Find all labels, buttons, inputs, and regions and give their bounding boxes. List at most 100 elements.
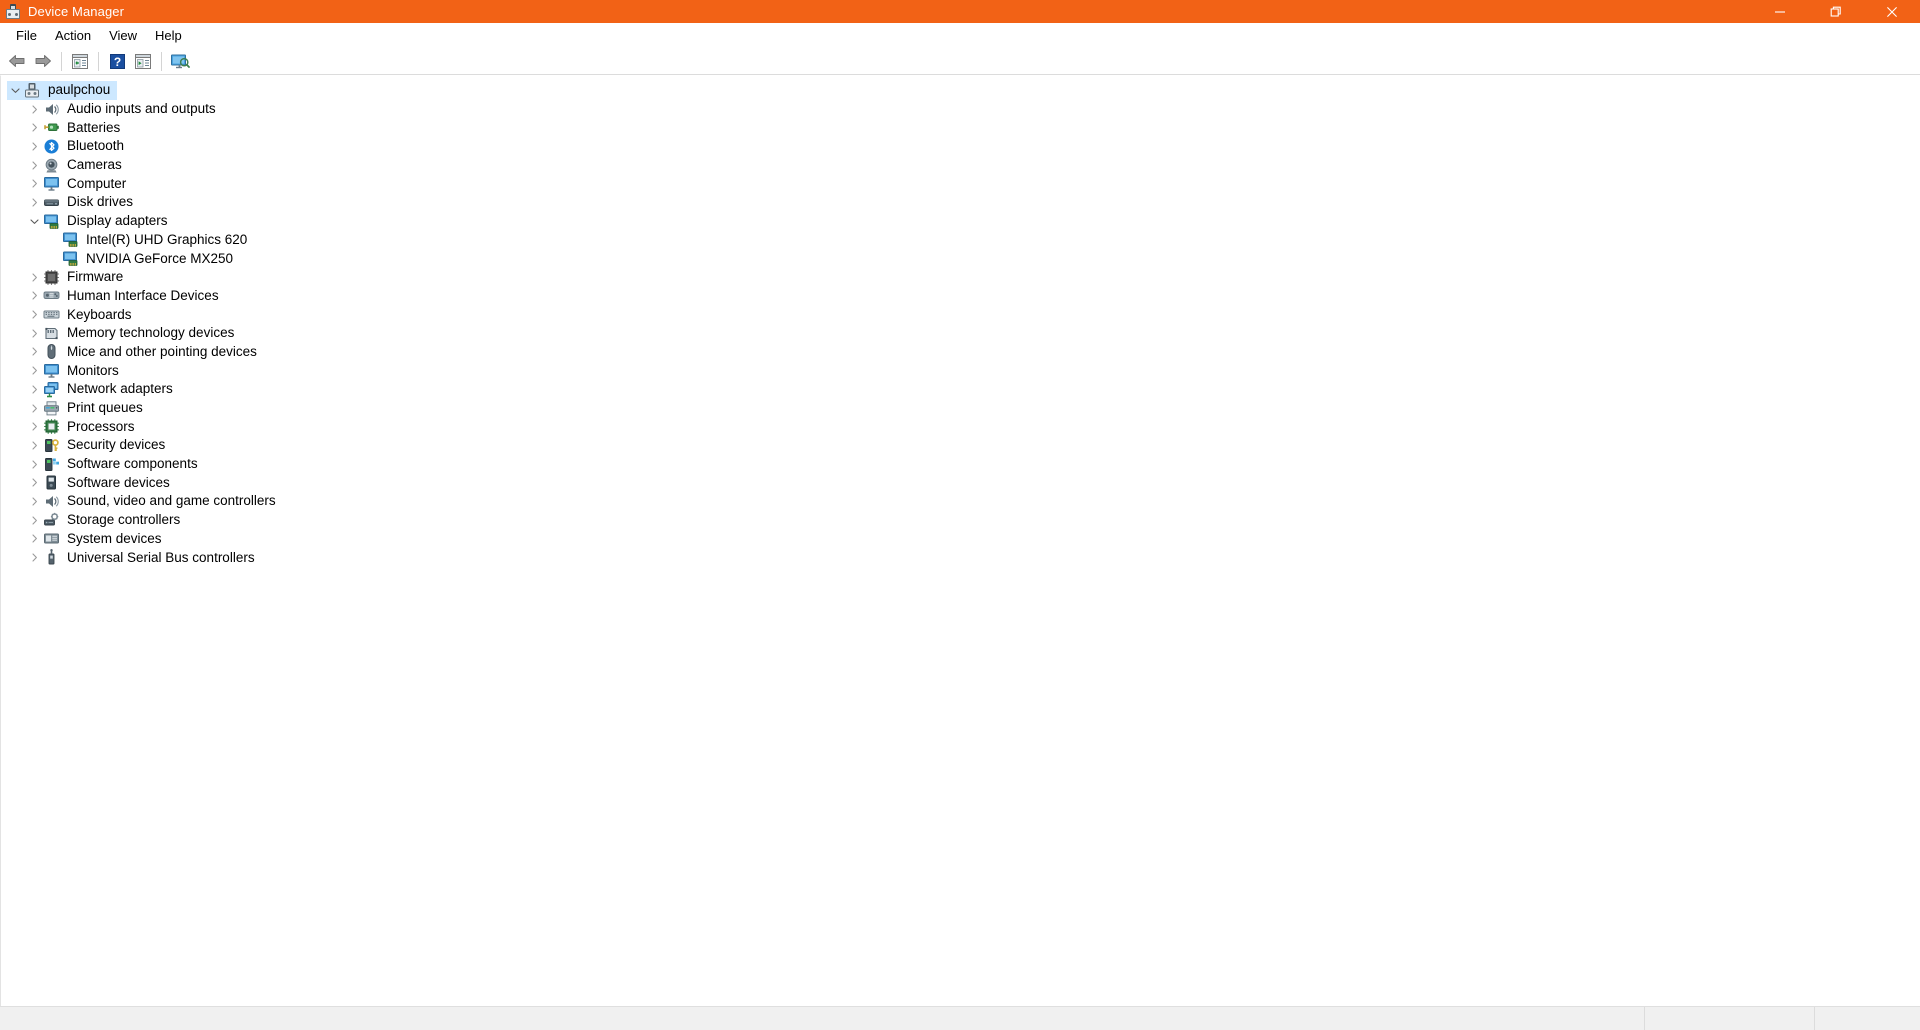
menu-file[interactable]: File — [7, 24, 46, 47]
chevron-right-icon[interactable] — [26, 474, 43, 492]
menu-view[interactable]: View — [100, 24, 146, 47]
tree-node-label: Network adapters — [67, 381, 173, 397]
chevron-right-icon[interactable] — [26, 193, 43, 211]
tree-node-content: Memory technology devices — [26, 324, 241, 343]
system-device-icon — [43, 530, 60, 547]
tree-node[interactable]: Security devices — [1, 436, 1920, 455]
status-pane-secondary — [1645, 1007, 1815, 1030]
tree-node-label: Sound, video and game controllers — [67, 493, 276, 509]
menu-help[interactable]: Help — [146, 24, 191, 47]
tree-node[interactable]: Audio inputs and outputs — [1, 100, 1920, 119]
tree-node-label: Computer — [67, 175, 127, 191]
chevron-right-icon[interactable] — [26, 137, 43, 155]
chevron-right-icon[interactable] — [26, 287, 43, 305]
tree-node[interactable]: NVIDIA GeForce MX250 — [1, 249, 1920, 268]
storage-controller-icon — [43, 512, 60, 529]
show-hide-console-tree-button[interactable] — [67, 49, 93, 73]
toolbar: ? — [0, 48, 1920, 75]
camera-icon — [43, 157, 60, 174]
tree-node[interactable]: Universal Serial Bus controllers — [1, 548, 1920, 567]
chevron-right-icon[interactable] — [26, 530, 43, 548]
disk-drive-icon — [43, 194, 60, 211]
tree-node-label: Universal Serial Bus controllers — [67, 549, 255, 565]
chevron-down-icon[interactable] — [26, 212, 43, 230]
tree-node-content: paulpchou — [7, 81, 118, 100]
tree-node-content: Human Interface Devices — [26, 287, 226, 306]
chevron-right-icon[interactable] — [26, 492, 43, 510]
tree-node[interactable]: Batteries — [1, 118, 1920, 137]
tree-node[interactable]: Disk drives — [1, 193, 1920, 212]
tree-node[interactable]: Firmware — [1, 268, 1920, 287]
chevron-down-icon[interactable] — [7, 81, 24, 99]
scan-for-hardware-changes-button[interactable] — [167, 49, 193, 73]
tree-node[interactable]: Storage controllers — [1, 511, 1920, 530]
tree-node-content: Batteries — [26, 118, 127, 137]
tree-node[interactable]: Memory technology devices — [1, 324, 1920, 343]
tree-node[interactable]: Software components — [1, 455, 1920, 474]
tree-node[interactable]: Processors — [1, 417, 1920, 436]
tree-node-label: NVIDIA GeForce MX250 — [86, 250, 234, 266]
chevron-right-icon[interactable] — [26, 436, 43, 454]
tree-node[interactable]: System devices — [1, 530, 1920, 549]
tree-node[interactable]: Print queues — [1, 399, 1920, 418]
menu-action[interactable]: Action — [46, 24, 100, 47]
tree-node-content: Universal Serial Bus controllers — [26, 548, 262, 567]
network-adapter-icon — [43, 381, 60, 398]
tree-node-label: System devices — [67, 530, 162, 546]
tree-node[interactable]: Software devices — [1, 473, 1920, 492]
window-title: Device Manager — [28, 4, 125, 19]
tree-node-content: Keyboards — [26, 305, 139, 324]
firmware-chip-icon — [43, 269, 60, 286]
tree-node[interactable]: Keyboards — [1, 305, 1920, 324]
chevron-right-icon[interactable] — [26, 511, 43, 529]
tree-node[interactable]: Display adapters — [1, 212, 1920, 231]
chevron-right-icon[interactable] — [26, 119, 43, 137]
maximize-restore-button[interactable] — [1808, 0, 1864, 23]
window-controls — [1752, 0, 1920, 23]
device-tree[interactable]: paulpchou Audio inputs and outputs Batteri… — [1, 76, 1920, 1006]
chevron-right-icon[interactable] — [26, 399, 43, 417]
chevron-right-icon[interactable] — [26, 380, 43, 398]
chevron-right-icon[interactable] — [26, 156, 43, 174]
chevron-right-icon[interactable] — [26, 175, 43, 193]
tree-node[interactable]: Monitors — [1, 361, 1920, 380]
tree-node[interactable]: Cameras — [1, 156, 1920, 175]
tree-node-content: Network adapters — [26, 380, 180, 399]
tree-node[interactable]: Network adapters — [1, 380, 1920, 399]
tree-node[interactable]: Computer — [1, 174, 1920, 193]
chevron-right-icon[interactable] — [26, 268, 43, 286]
close-button[interactable] — [1864, 0, 1920, 23]
tree-node[interactable]: Sound, video and game controllers — [1, 492, 1920, 511]
properties-button[interactable] — [130, 49, 156, 73]
tree-node[interactable]: Bluetooth — [1, 137, 1920, 156]
chevron-right-icon[interactable] — [26, 343, 43, 361]
tree-node-content: Bluetooth — [26, 137, 131, 156]
battery-icon — [43, 119, 60, 136]
tree-node-content: Audio inputs and outputs — [26, 100, 223, 119]
tree-node[interactable]: Intel(R) UHD Graphics 620 — [1, 231, 1920, 250]
chevron-right-icon[interactable] — [26, 418, 43, 436]
tree-node[interactable]: Human Interface Devices — [1, 287, 1920, 306]
toolbar-separator-1 — [61, 51, 62, 71]
help-button[interactable]: ? — [104, 49, 130, 73]
tree-node[interactable]: Mice and other pointing devices — [1, 343, 1920, 362]
tree-root-node[interactable]: paulpchou — [1, 81, 1920, 100]
chevron-right-icon[interactable] — [26, 549, 43, 567]
forward-button[interactable] — [30, 49, 56, 73]
toolbar-separator-3 — [161, 51, 162, 71]
chevron-right-icon[interactable] — [26, 324, 43, 342]
chevron-right-icon[interactable] — [26, 455, 43, 473]
minimize-button[interactable] — [1752, 0, 1808, 23]
tree-node-content: Intel(R) UHD Graphics 620 — [45, 231, 254, 250]
display-adapter-icon — [62, 250, 79, 267]
chevron-right-icon[interactable] — [26, 100, 43, 118]
display-adapter-icon — [62, 231, 79, 248]
bluetooth-icon — [43, 138, 60, 155]
processor-icon — [43, 418, 60, 435]
tree-node-content: Security devices — [26, 436, 172, 455]
tree-node-label: Storage controllers — [67, 512, 181, 528]
back-button[interactable] — [4, 49, 30, 73]
device-manager-window: Device Manager File Action View Help ? p… — [0, 0, 1920, 1030]
chevron-right-icon[interactable] — [26, 362, 43, 380]
chevron-right-icon[interactable] — [26, 306, 43, 324]
